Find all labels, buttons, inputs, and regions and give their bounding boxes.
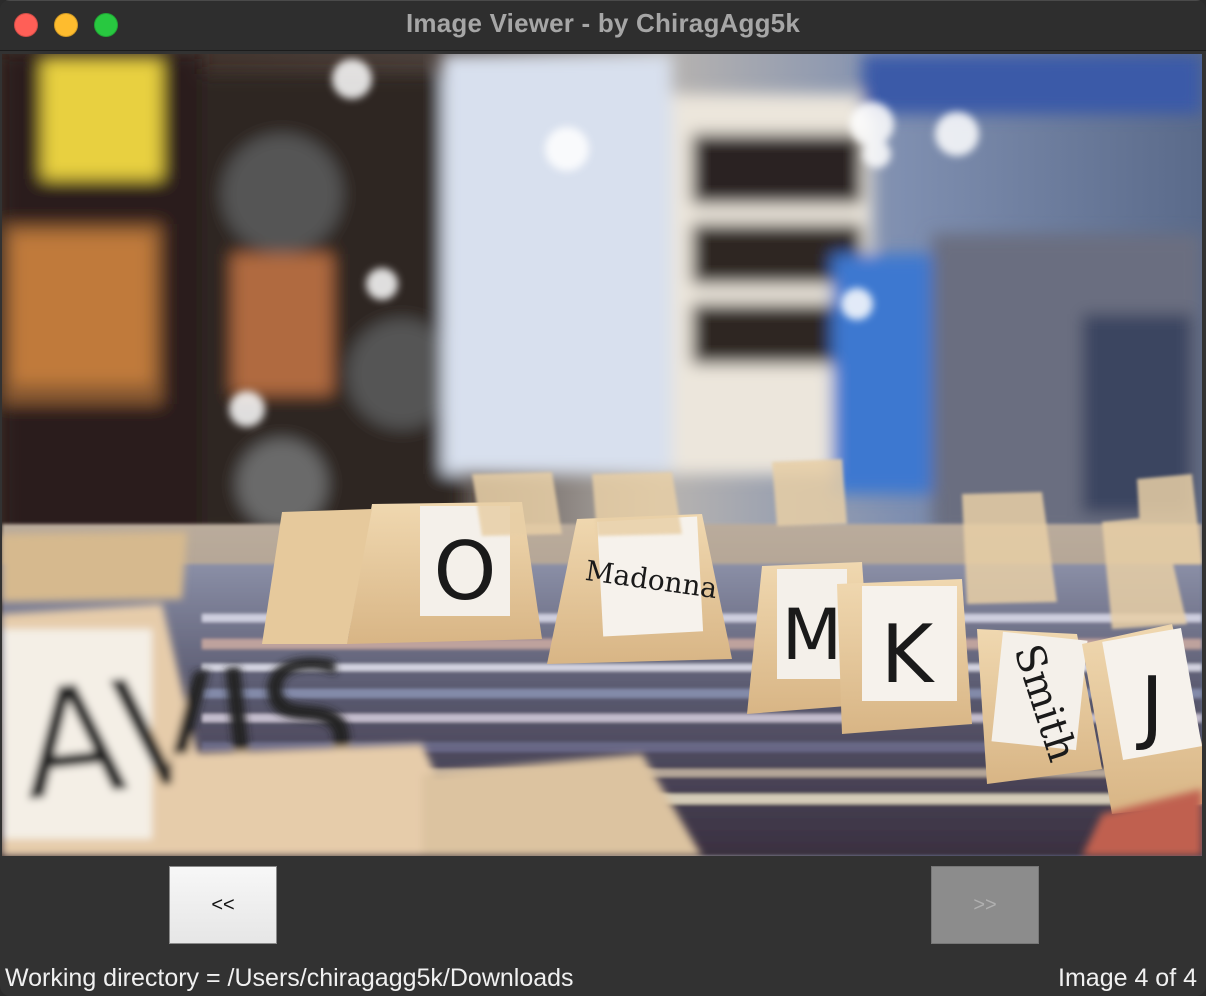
image-position-label: Image 4 of 4 <box>1058 964 1197 992</box>
title-bar[interactable]: Image Viewer - by ChiragAgg5k <box>0 0 1206 51</box>
app-window: Image Viewer - by ChiragAgg5k O Madonna … <box>0 0 1206 996</box>
svg-text:K: K <box>881 608 936 701</box>
window-title: Image Viewer - by ChiragAgg5k <box>406 8 800 38</box>
image-display: O Madonna M K Smith J AVIS <box>2 54 1202 856</box>
previous-image-button[interactable]: << <box>169 866 277 944</box>
record-store-photo: O Madonna M K Smith J AVIS <box>2 54 1202 856</box>
svg-text:M: M <box>782 594 842 676</box>
svg-text:J: J <box>1135 660 1164 753</box>
divider-label-o: O <box>434 525 497 618</box>
next-image-button[interactable]: >> <box>931 866 1039 944</box>
working-directory-label: Working directory = /Users/chiragagg5k/D… <box>5 964 574 992</box>
